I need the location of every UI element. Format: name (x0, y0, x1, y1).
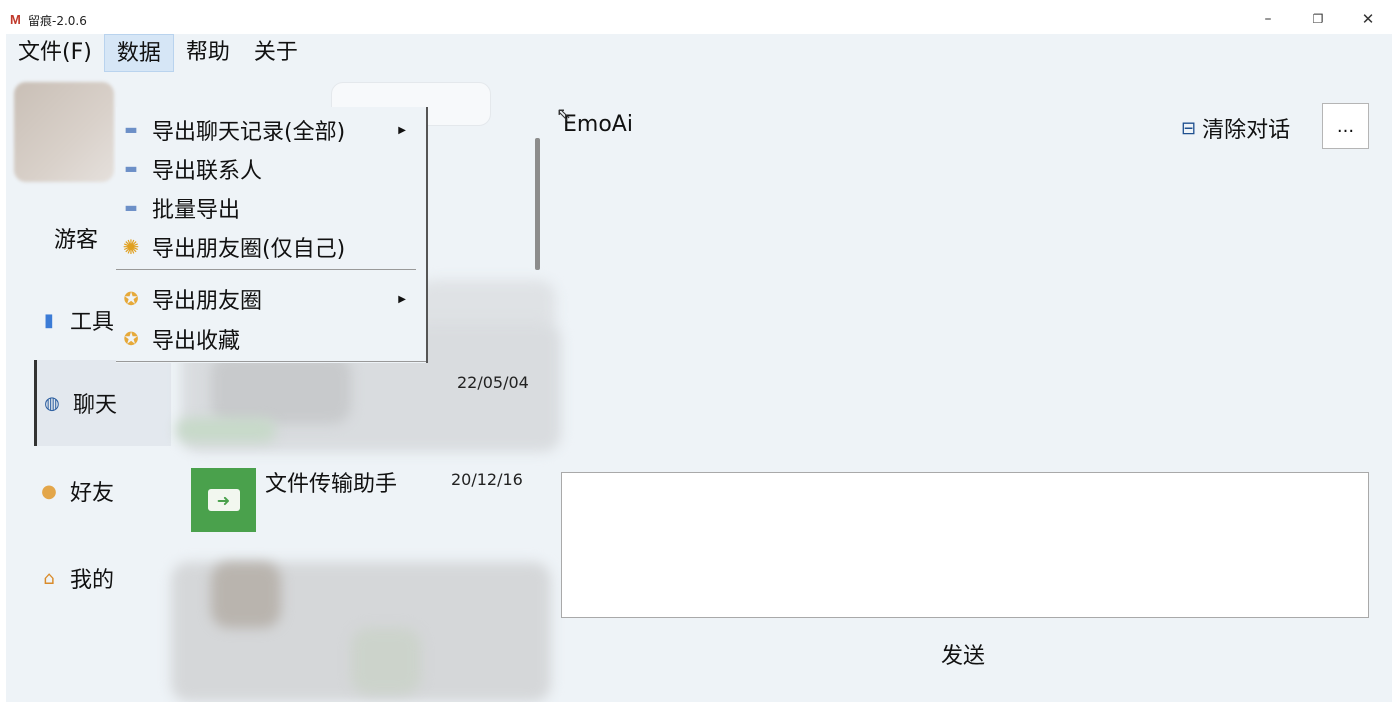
folder-icon: ▬ (124, 161, 138, 177)
sidebar-item-chat[interactable]: ◍ 聊天 (34, 360, 171, 446)
sidebar-item-friends[interactable]: ● 好友 (34, 448, 171, 534)
menu-help[interactable]: 帮助 (174, 34, 242, 72)
menu-file[interactable]: 文件(F) (6, 34, 104, 72)
aperture-icon: ✺ (122, 235, 140, 259)
window-title: 留痕-2.0.6 (28, 14, 87, 28)
menu-bottom-border (116, 361, 426, 362)
app-logo-icon: M (10, 12, 21, 27)
folder-icon: ▬ (124, 122, 138, 138)
menu-bar: 文件(F) 数据 帮助 关于 (6, 34, 310, 72)
chat-item-date: 20/12/16 (451, 470, 523, 489)
minimize-button[interactable]: – (1246, 6, 1290, 32)
redacted-chat-avatar (211, 354, 351, 424)
friends-icon: ● (41, 480, 57, 502)
app-client-area: 文件(F) 数据 帮助 关于 游客 ▮ 工具 ◍ 聊天 ● 好友 ⌂ 我的 22… (6, 34, 1392, 702)
broom-icon: ⊟ (1181, 117, 1197, 139)
menu-item-export-favorites[interactable]: ✪ 导出收藏 (116, 321, 416, 357)
menu-item-batch-export[interactable]: ▬ 批量导出 (116, 190, 416, 226)
sidebar-item-label: 聊天 (73, 393, 118, 418)
tools-icon: ▮ (44, 309, 54, 331)
home-icon: ⌂ (43, 567, 55, 589)
data-dropdown-menu: ▬ 导出聊天记录(全部) ▶ ▬ 导出联系人 ▬ 批量导出 ✺ 导出朋友圈(仅自… (116, 107, 428, 363)
send-button[interactable]: 发送 (941, 638, 985, 670)
file-transfer-icon: ➜ (207, 489, 240, 511)
menu-about[interactable]: 关于 (242, 34, 310, 72)
redacted-chat-avatar (211, 562, 281, 628)
clear-conversation-label: 清除对话 (1202, 118, 1291, 143)
menu-item-label: 导出朋友圈(仅自己) (152, 237, 346, 262)
badge-icon: ✪ (123, 288, 139, 310)
menu-item-label: 导出朋友圈 (152, 289, 263, 314)
mouse-cursor-icon: ⇖ (556, 104, 572, 125)
conversation-title: EmoAi (563, 112, 633, 137)
menu-item-label: 导出聊天记录(全部) (152, 120, 346, 145)
message-input[interactable] (561, 472, 1369, 618)
submenu-arrow-icon: ▶ (398, 293, 406, 305)
close-button[interactable]: ✕ (1346, 6, 1390, 32)
chat-item-name[interactable]: 文件传输助手 (265, 466, 397, 498)
menu-separator (116, 269, 416, 270)
sidebar-item-label: 工具 (70, 310, 115, 335)
submenu-arrow-icon: ▶ (398, 124, 406, 136)
sidebar-item-label: 好友 (70, 481, 115, 506)
menu-item-label: 导出联系人 (152, 159, 263, 184)
conversation-panel: EmoAi ⊟ 清除对话 ... 发送 (561, 72, 1392, 702)
menu-item-label: 批量导出 (152, 198, 241, 223)
sidebar-item-label: 我的 (70, 568, 115, 593)
redacted-chat-avatar (351, 628, 421, 694)
menu-item-export-moments-self[interactable]: ✺ 导出朋友圈(仅自己) (116, 229, 416, 265)
title-bar: M 留痕-2.0.6 – ❐ ✕ (0, 0, 1392, 34)
menu-item-export-all-chats[interactable]: ▬ 导出聊天记录(全部) ▶ (116, 112, 416, 148)
menu-item-export-contacts[interactable]: ▬ 导出联系人 (116, 151, 416, 187)
clear-conversation-button[interactable]: ⊟ 清除对话 (1181, 112, 1290, 144)
avatar[interactable] (14, 82, 114, 182)
file-transfer-avatar[interactable]: ➜ (191, 468, 256, 532)
sidebar-item-mine[interactable]: ⌂ 我的 (34, 535, 171, 621)
restore-button[interactable]: ❐ (1296, 6, 1340, 32)
badge-icon: ✪ (123, 328, 139, 350)
chat-icon: ◍ (44, 392, 60, 414)
chat-item-date: 22/05/04 (457, 373, 529, 392)
menu-item-export-moments[interactable]: ✪ 导出朋友圈 ▶ (116, 281, 416, 317)
redacted-chat-avatar (176, 418, 276, 442)
more-options-button[interactable]: ... (1322, 103, 1369, 149)
menu-item-label: 导出收藏 (152, 329, 241, 354)
menu-data[interactable]: 数据 (103, 34, 174, 72)
chat-list-scrollbar[interactable] (535, 138, 540, 270)
folder-icon: ▬ (124, 200, 138, 216)
user-name: 游客 (54, 228, 99, 253)
